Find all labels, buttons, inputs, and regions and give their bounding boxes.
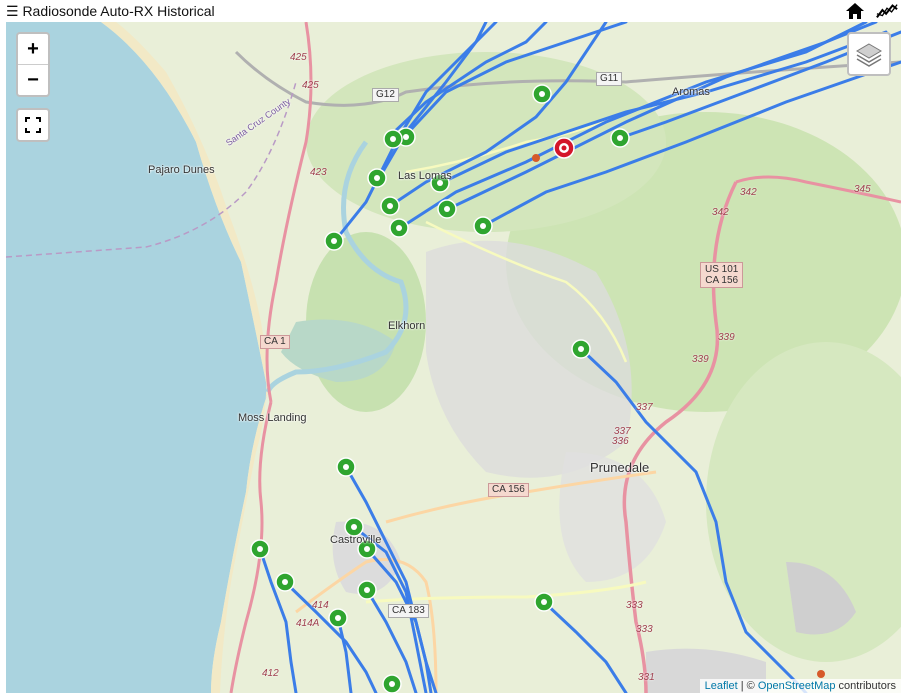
app-title[interactable]: ☰ Radiosonde Auto-RX Historical [6,3,215,20]
road-shield-line: US 101 [705,264,739,275]
zoom-control: + − [16,32,50,97]
place-label: Moss Landing [238,412,307,424]
place-label: Prunedale [590,460,650,475]
home-icon[interactable] [844,2,866,20]
route-number: 414 [312,600,329,611]
route-number: 342 [712,207,729,218]
header-bar: ☰ Radiosonde Auto-RX Historical [0,0,906,22]
map-view[interactable]: Pajaro Dunes Las Lomas Aromas Elkhorn Mo… [6,22,901,693]
fullscreen-icon [25,117,41,133]
road-shield: CA 183 [388,604,429,618]
place-label: Pajaro Dunes [148,164,215,176]
route-number: 414A [296,618,320,629]
road-shield: G11 [596,72,623,86]
route-number: 412 [262,668,279,679]
route-number: 337 [636,402,653,413]
fullscreen-button[interactable] [16,108,50,142]
place-label: Castroville [330,534,382,546]
route-number: 423 [310,167,327,178]
route-number: 333 [636,624,653,635]
road-shield: CA 1 [260,335,290,349]
zoom-in-button[interactable]: + [18,34,48,64]
place-label: Aromas [672,86,710,98]
route-number: 425 [290,52,307,63]
osm-link[interactable]: OpenStreetMap [758,680,836,692]
layers-icon [856,43,882,67]
chart-icon[interactable] [876,2,898,20]
leaflet-link[interactable]: Leaflet [705,680,738,692]
road-shield: CA 156 [488,483,529,497]
place-label: Elkhorn [388,320,426,332]
route-number: 345 [854,184,871,195]
road-shield: G12 [372,88,399,102]
attribution-suffix: contributors [835,680,896,692]
route-number: 425 [302,80,319,91]
road-shield: US 101 CA 156 [700,262,744,288]
route-number: 342 [740,187,757,198]
place-label: Las Lomas [398,170,452,182]
zoom-out-button[interactable]: − [18,64,48,95]
road-shield-line: CA 156 [705,275,739,286]
route-number: 331 [638,672,655,683]
route-number: 336 [612,436,629,447]
route-number: 333 [626,600,643,611]
map-tiles [6,22,901,693]
route-number: 339 [718,332,735,343]
attribution-separator: | © [737,680,758,692]
map-attribution: Leaflet | © OpenStreetMap contributors [699,679,901,693]
layers-button[interactable] [847,32,891,76]
route-number: 339 [692,354,709,365]
